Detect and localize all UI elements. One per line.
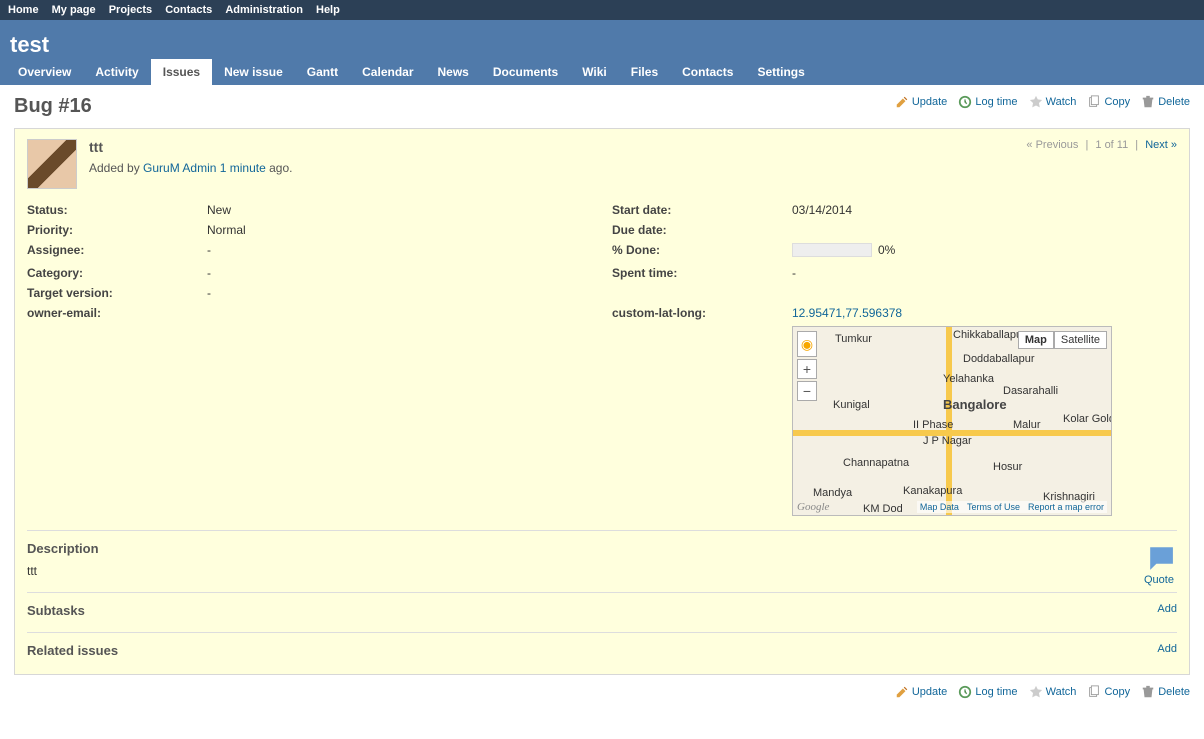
copy-icon [1087, 685, 1101, 699]
attr-done: % Done:0% [612, 243, 1177, 260]
latlong-link[interactable]: 12.95471,77.596378 [792, 306, 902, 320]
copy-button-bottom[interactable]: Copy [1087, 685, 1130, 699]
tab-contacts[interactable]: Contacts [670, 59, 745, 85]
delete-button[interactable]: Delete [1141, 95, 1190, 109]
issue-subject: ttt [89, 139, 292, 155]
attr-assignee: Assignee:- [27, 243, 592, 260]
top-administration[interactable]: Administration [225, 4, 303, 16]
clock-icon [958, 685, 972, 699]
attr-target-version: Target version:- [27, 286, 592, 300]
author-link[interactable]: GuruM Admin [143, 161, 216, 175]
content: Update Log time Watch Copy Delete Bug #1… [0, 85, 1204, 712]
issue-author-line: Added by GuruM Admin 1 minute ago. [89, 161, 292, 175]
tab-documents[interactable]: Documents [481, 59, 570, 85]
attr-owner-email: owner-email: [27, 306, 592, 516]
update-button-bottom[interactable]: Update [895, 685, 947, 699]
tab-activity[interactable]: Activity [83, 59, 150, 85]
map-type-map[interactable]: Map [1018, 331, 1054, 349]
age-link[interactable]: 1 minute [220, 161, 266, 175]
progress-bar [792, 243, 872, 257]
watch-button[interactable]: Watch [1029, 95, 1077, 109]
tab-issues[interactable]: Issues [151, 59, 212, 85]
attr-spent-time: Spent time:- [612, 266, 1177, 280]
attr-category: Category:- [27, 266, 592, 280]
tab-wiki[interactable]: Wiki [570, 59, 619, 85]
map[interactable]: Tumkur Chikkaballapur Doddaballapur Yela… [792, 326, 1112, 516]
star-icon [1029, 95, 1043, 109]
top-menu: Home My page Projects Contacts Administr… [0, 0, 1204, 20]
top-help[interactable]: Help [316, 4, 340, 16]
tab-new-issue[interactable]: New issue [212, 59, 295, 85]
top-projects[interactable]: Projects [109, 4, 152, 16]
trash-icon [1141, 685, 1155, 699]
subtasks-heading: Subtasks [27, 603, 1177, 618]
pencil-icon [895, 685, 909, 699]
quote-button[interactable]: Quote [1144, 551, 1177, 586]
attr-start-date: Start date:03/14/2014 [612, 203, 1177, 217]
actions-bottom: Update Log time Watch Copy Delete [887, 685, 1190, 702]
issue-nav: « Previous | 1 of 11 | Next » [1026, 139, 1177, 151]
copy-button[interactable]: Copy [1087, 95, 1130, 109]
delete-button-bottom[interactable]: Delete [1141, 685, 1190, 699]
trash-icon [1141, 95, 1155, 109]
project-title: test [10, 28, 1194, 58]
quote-icon [1144, 541, 1177, 574]
star-icon [1029, 685, 1043, 699]
tab-news[interactable]: News [426, 59, 481, 85]
nav-prev: « Previous [1026, 139, 1078, 151]
pegman-icon[interactable]: ◉ [797, 331, 817, 357]
progress-pct: 0% [878, 243, 895, 257]
description-heading: Description [27, 541, 1177, 556]
attr-custom-latlong: custom-lat-long: 12.95471,77.596378 Tumk… [612, 306, 1177, 516]
issue-box: « Previous | 1 of 11 | Next » ttt Added … [14, 128, 1190, 675]
actions-top: Update Log time Watch Copy Delete [887, 95, 1190, 112]
tab-files[interactable]: Files [619, 59, 670, 85]
attr-status: Status:New [27, 203, 592, 217]
google-logo: Google [797, 501, 829, 513]
tab-overview[interactable]: Overview [6, 59, 83, 85]
header: test Overview Activity Issues New issue … [0, 20, 1204, 85]
tab-settings[interactable]: Settings [745, 59, 816, 85]
description-text: ttt [27, 564, 1177, 578]
top-contacts[interactable]: Contacts [165, 4, 212, 16]
top-home[interactable]: Home [8, 4, 39, 16]
pencil-icon [895, 95, 909, 109]
attr-due-date: Due date: [612, 223, 1177, 237]
copy-icon [1087, 95, 1101, 109]
watch-button-bottom[interactable]: Watch [1029, 685, 1077, 699]
avatar [27, 139, 77, 189]
map-report-link[interactable]: Report a map error [1028, 502, 1104, 512]
attributes: Status:New Start date:03/14/2014 Priorit… [27, 203, 1177, 516]
tab-gantt[interactable]: Gantt [295, 59, 350, 85]
zoom-in-button[interactable]: + [797, 359, 817, 379]
related-heading: Related issues [27, 643, 1177, 658]
main-menu: Overview Activity Issues New issue Gantt… [6, 59, 817, 85]
nav-position: 1 of 11 [1095, 139, 1128, 151]
map-type-satellite[interactable]: Satellite [1054, 331, 1107, 349]
related-add-button[interactable]: Add [1157, 643, 1177, 655]
map-terms-link[interactable]: Terms of Use [967, 502, 1020, 512]
nav-next[interactable]: Next » [1145, 139, 1177, 151]
tab-calendar[interactable]: Calendar [350, 59, 425, 85]
attr-priority: Priority:Normal [27, 223, 592, 237]
clock-icon [958, 95, 972, 109]
log-time-button-bottom[interactable]: Log time [958, 685, 1017, 699]
top-mypage[interactable]: My page [52, 4, 96, 16]
log-time-button[interactable]: Log time [958, 95, 1017, 109]
zoom-out-button[interactable]: − [797, 381, 817, 401]
subtasks-add-button[interactable]: Add [1157, 603, 1177, 615]
map-data-link[interactable]: Map Data [920, 502, 959, 512]
update-button[interactable]: Update [895, 95, 947, 109]
